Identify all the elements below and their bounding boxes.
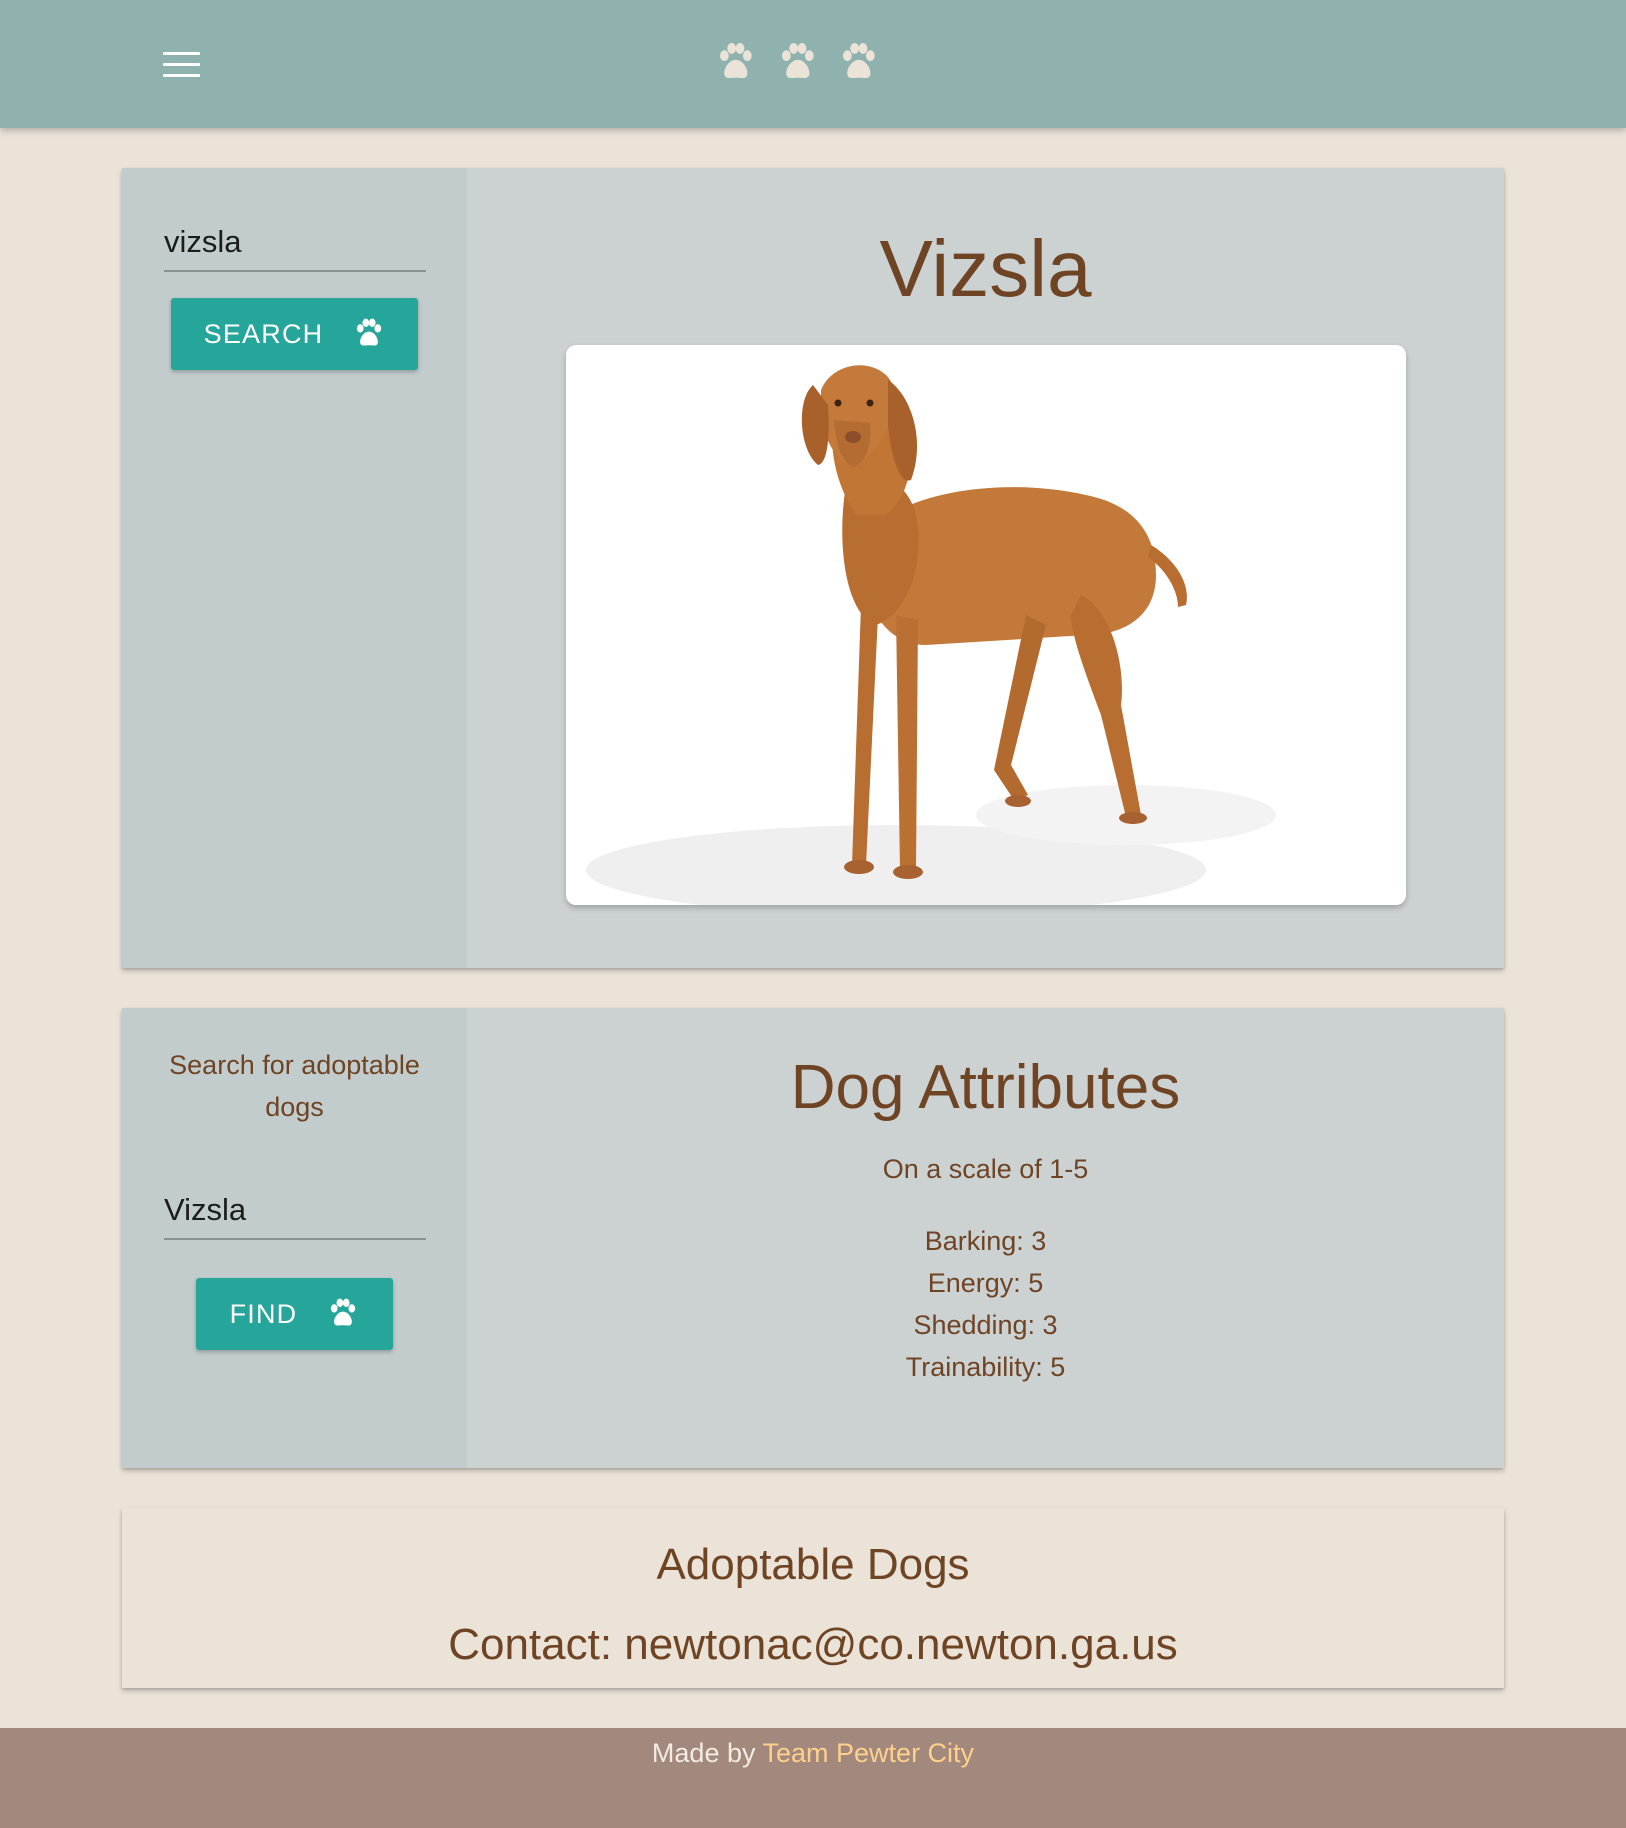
breed-search-panel: vizsla SEARCH [122, 168, 467, 968]
paw-logo[interactable] [715, 42, 880, 87]
paw-icon [715, 42, 757, 84]
breed-content: Vizsla [467, 168, 1504, 968]
attributes-card: Search for adoptable dogs Vizsla FIND Do… [122, 1008, 1504, 1468]
adoptable-search-input[interactable]: Vizsla [164, 1180, 426, 1240]
contact-title: Adoptable Dogs [656, 1540, 970, 1589]
contact-card: Adoptable Dogs Contact: newtonac@co.newt… [122, 1508, 1504, 1688]
attribute-item: Shedding: 3 [913, 1310, 1058, 1340]
paw-icon [838, 42, 880, 84]
top-navbar [0, 0, 1626, 128]
adoptable-search-label: Search for adoptable dogs [169, 1050, 420, 1122]
search-button[interactable]: SEARCH [171, 298, 418, 370]
adoptable-search-panel: Search for adoptable dogs Vizsla FIND [122, 1008, 467, 1468]
scale-note: On a scale of 1-5 [882, 1154, 1089, 1184]
hamburger-menu-icon[interactable] [163, 52, 200, 78]
breed-title: Vizsla [879, 224, 1092, 313]
attribute-item: Trainability: 5 [905, 1352, 1066, 1382]
page-footer: Made by Team Pewter City [0, 1728, 1626, 1828]
paw-icon [327, 1298, 359, 1330]
attribute-list: Barking: 3 Energy: 5 Shedding: 3 Trainab… [467, 1220, 1504, 1388]
attributes-title: Dog Attributes [790, 1053, 1181, 1122]
breed-search-input[interactable]: vizsla [164, 212, 426, 272]
breed-card: vizsla SEARCH Vizsla [122, 168, 1504, 968]
contact-email: Contact: newtonac@co.newton.ga.us [448, 1620, 1178, 1669]
find-button[interactable]: FIND [196, 1278, 393, 1350]
search-button-label: SEARCH [203, 318, 324, 349]
attribute-item: Barking: 3 [924, 1226, 1047, 1256]
attributes-content: Dog Attributes On a scale of 1-5 Barking… [467, 1008, 1504, 1468]
footer-made-by: Made by [651, 1738, 756, 1768]
team-link[interactable]: Team Pewter City [763, 1738, 975, 1768]
paw-icon [353, 318, 385, 350]
find-button-label: FIND [229, 1298, 298, 1329]
dog-photo [566, 345, 1406, 905]
dog-illustration [586, 365, 1276, 905]
attribute-item: Energy: 5 [927, 1268, 1044, 1298]
paw-icon [777, 42, 819, 84]
